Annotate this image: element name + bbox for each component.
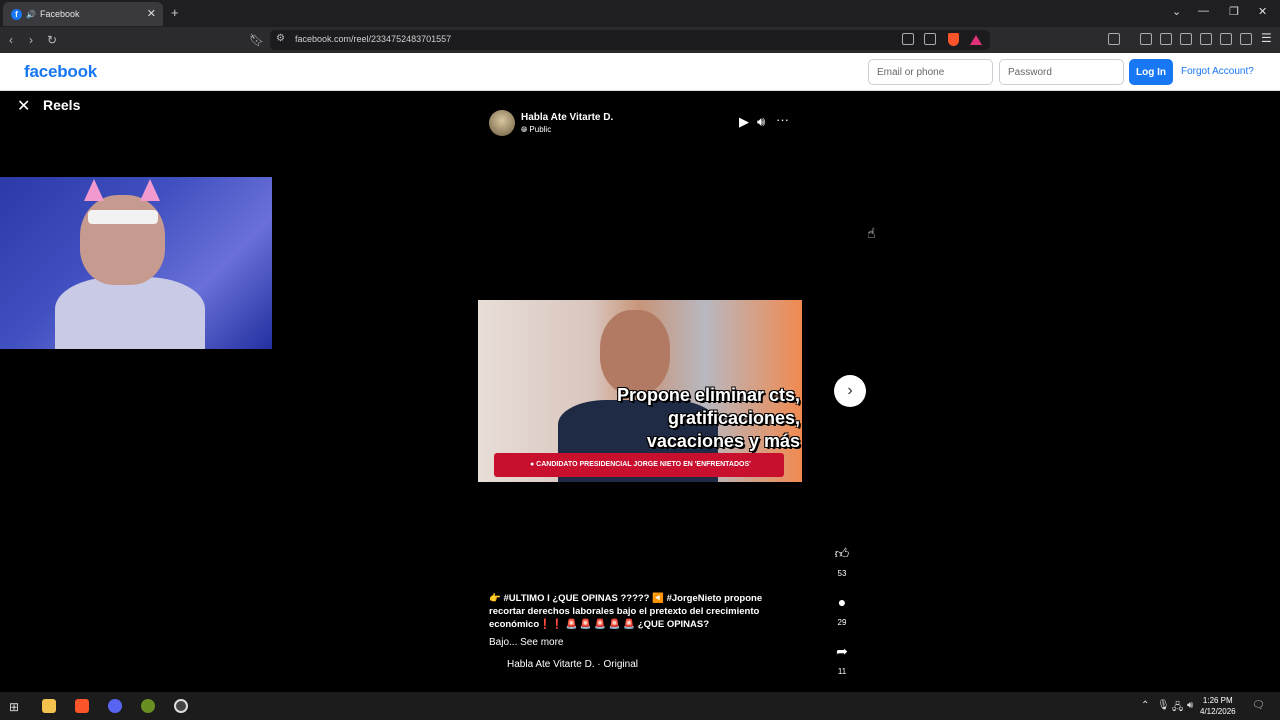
notifications-icon[interactable]: 🗨︎: [1252, 700, 1265, 711]
start-icon[interactable]: ⊞: [9, 700, 19, 714]
menu-icon[interactable]: ☰: [1261, 31, 1272, 45]
caption-line-3: vacaciones y más: [646, 431, 800, 451]
description-short: Bajo...: [489, 637, 518, 648]
video-caption: Propone eliminar cts, gratificaciones, v…: [600, 384, 800, 453]
download-icon[interactable]: [1140, 33, 1152, 45]
site-info-icon[interactable]: ⚙︎: [276, 33, 285, 44]
visibility-label: 🌐︎ Public: [521, 125, 551, 135]
speaker-icon[interactable]: 🔊︎: [1187, 700, 1193, 711]
play-icon[interactable]: ▶: [739, 114, 749, 130]
mouse-cursor-icon: ☝︎: [867, 225, 876, 241]
reel-description: 👉 #ULTIMO I ¿QUE OPINAS ????? ◀️ #JorgeN…: [489, 593, 763, 630]
cat-ear-left: [84, 179, 104, 201]
reload-icon[interactable]: ↻: [47, 33, 57, 47]
page-title: Reels: [43, 97, 81, 113]
share-button[interactable]: ➦ 11: [826, 643, 858, 676]
leo-icon[interactable]: [1220, 33, 1232, 45]
brave-shields-icon[interactable]: [948, 33, 959, 46]
restore-icon[interactable]: ❐: [1229, 5, 1239, 18]
share-arrow-icon: ➦: [836, 643, 848, 659]
author-name[interactable]: Habla Ate Vitarte D.: [521, 112, 613, 123]
more-options-icon[interactable]: ···: [776, 112, 789, 127]
login-button[interactable]: Log In: [1129, 59, 1173, 85]
clock[interactable]: 1:26 PM 4/12/2026: [1200, 695, 1236, 717]
tray-overflow-icon[interactable]: ⌃: [1141, 700, 1149, 711]
reel-video[interactable]: Propone eliminar cts, gratificaciones, v…: [478, 300, 802, 482]
video-person-face: [600, 310, 670, 395]
forgot-account-link[interactable]: Forgot Account?: [1181, 66, 1254, 77]
caption-line-1: Propone eliminar cts,: [616, 385, 800, 405]
password-field[interactable]: [999, 59, 1124, 85]
email-field[interactable]: [868, 59, 993, 85]
next-reel-button[interactable]: ›: [834, 375, 866, 407]
file-explorer-icon[interactable]: [42, 699, 56, 713]
cast-icon[interactable]: [902, 33, 914, 45]
facebook-logo[interactable]: facebook: [24, 62, 97, 82]
forward-icon[interactable]: ›: [29, 33, 33, 47]
browser-tab[interactable]: f 🔊 Facebook ✕: [3, 2, 163, 26]
reader-icon[interactable]: [1108, 33, 1120, 45]
window-close-icon[interactable]: ✕: [1258, 5, 1267, 18]
facebook-header: facebook Log In Forgot Account?: [0, 53, 1280, 91]
address-bar[interactable]: ⚙︎ facebook.com/reel/2334752483701557: [270, 30, 990, 50]
tab-close-icon[interactable]: ✕: [147, 7, 156, 20]
cat-ear-right: [140, 179, 160, 201]
sidebar-icon[interactable]: [1180, 33, 1192, 45]
back-icon[interactable]: ‹: [9, 33, 13, 47]
audio-playing-icon[interactable]: 🔊: [26, 10, 36, 19]
close-icon[interactable]: ✕: [17, 96, 30, 116]
windows-taskbar: [0, 692, 1280, 720]
comment-count: 29: [837, 618, 847, 627]
like-button[interactable]: 👍︎ 53: [826, 545, 858, 578]
avatar[interactable]: [489, 110, 515, 136]
bookmark-icon[interactable]: 🔖︎: [249, 33, 264, 47]
clock-date: 4/12/2026: [1200, 707, 1236, 716]
new-tab-button[interactable]: +: [171, 5, 179, 20]
vpn-icon[interactable]: [1240, 33, 1252, 45]
browser-toolbar: ‹ › ↻ 🔖︎ ⚙︎ facebook.com/reel/2334752483…: [0, 27, 1280, 53]
video-news-banner: ● CANDIDATO PRESIDENCIAL JORGE NIETO EN …: [494, 453, 784, 477]
tab-title: Facebook: [39, 9, 80, 19]
obs-icon[interactable]: [174, 699, 188, 713]
webcam-person-head: [80, 195, 165, 285]
app-icon[interactable]: [141, 699, 155, 713]
audio-attribution[interactable]: Habla Ate Vitarte D. · Original: [507, 659, 638, 670]
comment-icon: ●: [837, 594, 847, 610]
wallet-icon[interactable]: [1200, 33, 1212, 45]
tab-list-icon[interactable]: ⌄: [1172, 5, 1181, 18]
browser-tab-bar: f 🔊 Facebook ✕ + ⌄ — ❐ ✕: [0, 0, 1280, 27]
share-count: 11: [837, 667, 847, 676]
see-more-row: Bajo... See more: [489, 637, 564, 648]
share-icon[interactable]: [924, 33, 936, 45]
globe-icon: 🌐︎: [521, 125, 528, 134]
see-more-link[interactable]: See more: [520, 637, 563, 648]
visibility-text: Public: [529, 125, 552, 134]
webcam-person-body: [55, 277, 205, 349]
facebook-favicon-icon: f: [11, 8, 22, 20]
volume-icon[interactable]: 🔊︎: [757, 114, 765, 130]
comment-button[interactable]: ● 29: [826, 594, 858, 627]
clock-time: 1:26 PM: [1202, 696, 1233, 705]
caption-line-2: gratificaciones,: [667, 408, 800, 428]
url-text[interactable]: facebook.com/reel/2334752483701557: [295, 34, 451, 44]
network-icon[interactable]: 🖧︎: [1172, 700, 1183, 717]
webcam-headband: [88, 210, 158, 224]
media-icon[interactable]: [1160, 33, 1172, 45]
thumbs-up-icon: 👍︎: [834, 545, 850, 561]
like-count: 53: [837, 569, 847, 578]
brave-taskbar-icon[interactable]: [75, 699, 89, 713]
brave-rewards-icon[interactable]: [970, 35, 982, 45]
discord-icon[interactable]: [108, 699, 122, 713]
minimize-icon[interactable]: —: [1198, 5, 1209, 17]
webcam-overlay: [0, 177, 272, 349]
microphone-icon[interactable]: 🎙︎: [1157, 700, 1170, 711]
